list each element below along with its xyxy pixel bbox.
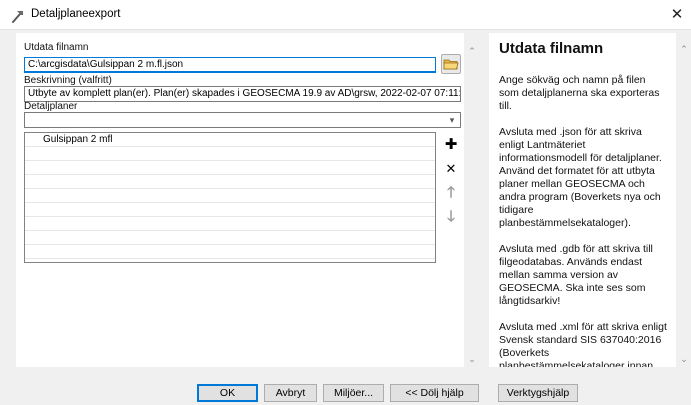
list-row-empty bbox=[25, 189, 435, 203]
plus-icon[interactable]: ✚ bbox=[442, 136, 460, 154]
output-filename-label: Utdata filnamn bbox=[24, 42, 89, 53]
arrow-down-icon[interactable]: 🡓 bbox=[442, 208, 460, 226]
title-bar: Detaljplaneexport ✕ bbox=[0, 0, 691, 30]
scroll-up-icon[interactable]: ⌃ bbox=[467, 47, 477, 56]
help-scrollbar[interactable]: ⌃ ⌄ bbox=[676, 33, 691, 367]
list-row-empty bbox=[25, 161, 435, 175]
window-title: Detaljplaneexport bbox=[31, 8, 121, 20]
help-paragraph: Avsluta med .xml för att skriva enligt S… bbox=[499, 321, 667, 367]
list-row-empty bbox=[25, 203, 435, 217]
plans-label: Detaljplaner bbox=[24, 101, 78, 112]
description-input[interactable]: Utbyte av komplett plan(er). Plan(er) sk… bbox=[24, 86, 461, 102]
output-filename-input[interactable]: C:\arcgisdata\Gulsippan 2 m.fl.json bbox=[24, 57, 436, 73]
browse-button[interactable] bbox=[441, 54, 461, 74]
list-row-empty bbox=[25, 175, 435, 189]
plans-combobox[interactable]: ▾ bbox=[24, 112, 461, 128]
help-title: Utdata filnamn bbox=[499, 40, 604, 57]
list-row-empty bbox=[25, 147, 435, 161]
environments-button[interactable]: Miljöer... bbox=[323, 384, 384, 402]
arrow-up-icon[interactable]: 🡑 bbox=[442, 184, 460, 202]
chevron-down-icon[interactable]: ▾ bbox=[446, 114, 458, 126]
parameters-pane: Utdata filnamn C:\arcgisdata\Gulsippan 2… bbox=[16, 33, 464, 367]
list-row-empty bbox=[25, 231, 435, 245]
scroll-down-icon[interactable]: ⌄ bbox=[679, 355, 689, 364]
x-icon[interactable]: ✕ bbox=[442, 160, 460, 178]
close-icon[interactable]: ✕ bbox=[663, 0, 691, 30]
help-paragraph: Avsluta med .gdb för att skriva till fil… bbox=[499, 243, 653, 307]
scroll-up-icon[interactable]: ⌃ bbox=[679, 45, 689, 54]
tool-help-button[interactable]: Verktygshjälp bbox=[498, 384, 578, 402]
description-label: Beskrivning (valfritt) bbox=[24, 75, 112, 86]
parameters-scrollbar[interactable]: ⌃ ⌄ bbox=[464, 33, 480, 367]
cancel-button[interactable]: Avbryt bbox=[264, 384, 317, 402]
folder-icon bbox=[443, 59, 459, 70]
help-paragraph: Avsluta med .json för att skriva enligt … bbox=[499, 126, 662, 229]
hide-help-button[interactable]: << Dölj hjälp bbox=[390, 384, 479, 402]
button-bar: OK Avbryt Miljöer... << Dölj hjälp Verkt… bbox=[0, 367, 691, 405]
list-row-empty bbox=[25, 217, 435, 231]
ok-button[interactable]: OK bbox=[197, 384, 258, 402]
plans-list[interactable]: Gulsippan 2 mfl bbox=[24, 132, 436, 263]
scroll-down-icon[interactable]: ⌄ bbox=[467, 355, 477, 364]
list-row-empty bbox=[25, 245, 435, 259]
help-paragraph: Ange sökväg och namn på filen som detalj… bbox=[499, 74, 660, 112]
help-pane: Utdata filnamn Ange sökväg och namn på f… bbox=[489, 33, 676, 367]
hammer-icon bbox=[12, 11, 23, 23]
list-item[interactable]: Gulsippan 2 mfl bbox=[25, 133, 435, 147]
